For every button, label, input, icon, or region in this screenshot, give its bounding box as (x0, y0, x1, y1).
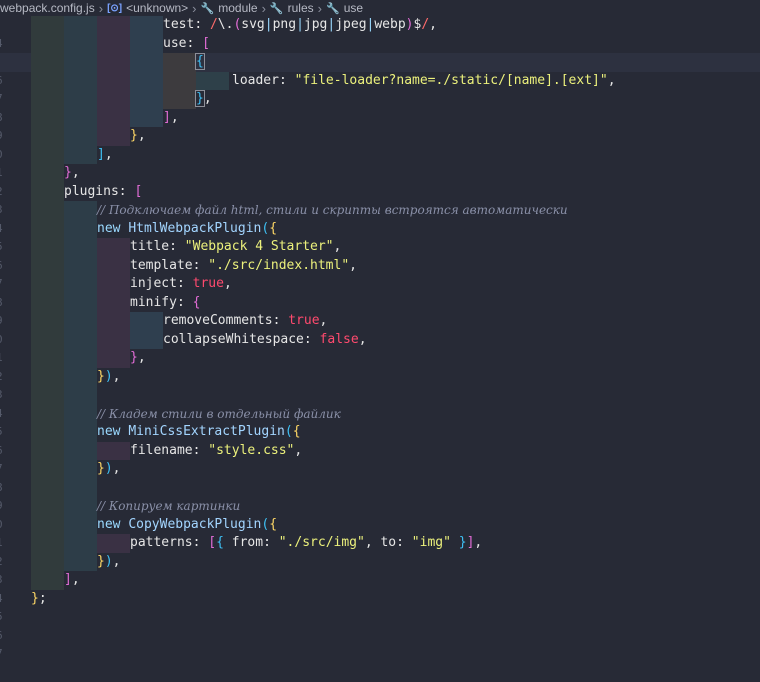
code-line[interactable]: 7 template: "./src/index.html", (0, 256, 760, 290)
chevron-right-icon: › (261, 0, 266, 16)
code-line[interactable]: 8 }, (0, 90, 760, 124)
code-line[interactable]: 3 }), (0, 552, 760, 586)
chevron-right-icon: › (317, 0, 322, 16)
code-line[interactable]: 7 (0, 627, 760, 660)
code-line[interactable]: 6 (0, 608, 760, 642)
breadcrumb: webpack.config.js › [⊙] <unknown> › 🔧 modu… (0, 0, 760, 16)
code-line[interactable]: 3 }), (0, 367, 760, 401)
code-line[interactable]: 4 ], (0, 571, 760, 605)
code-editor[interactable]: 4 test: /\.(svg|png|jpg|jpeg|webp)$/, 5 … (0, 16, 760, 660)
chevron-right-icon: › (98, 0, 104, 16)
code-line[interactable]: 5 use: [ (0, 34, 760, 68)
code-line[interactable]: 0 // Копируем картинки (0, 497, 760, 531)
code-line[interactable]: 2 }, (0, 164, 760, 198)
code-line[interactable]: 2 }, (0, 349, 760, 383)
code-line[interactable]: 6 { (0, 53, 760, 87)
breadcrumb-rules[interactable]: 🔧 rules (270, 1, 314, 15)
code-line[interactable]: 8 inject: true, (0, 275, 760, 309)
code-line[interactable]: 7 filename: "style.css", (0, 441, 760, 475)
code-line[interactable]: 1 collapseWhitespace: false, (0, 330, 760, 364)
code-line[interactable]: 1 new CopyWebpackPlugin({ (0, 515, 760, 549)
code-line[interactable]: 0 }, (0, 127, 760, 161)
code-line[interactable]: 9 (0, 478, 760, 512)
chevron-right-icon: › (192, 0, 197, 16)
code-line[interactable]: 5 }; (0, 590, 760, 624)
wrench-icon: 🔧 (269, 2, 284, 15)
code-line[interactable]: 1 ], (0, 145, 760, 179)
line-number: 7 (0, 645, 6, 664)
code-line[interactable]: 0 removeComments: true, (0, 312, 760, 346)
code-line[interactable]: 5 // Кладем стили в отдельный файлик (0, 404, 760, 438)
code-line[interactable]: 2 patterns: [{ from: "./src/img", to: "i… (0, 534, 760, 568)
wrench-icon: 🔧 (325, 2, 340, 15)
code-line[interactable]: 6 new MiniCssExtractPlugin({ (0, 423, 760, 457)
code-line[interactable]: 3 plugins: [ (0, 182, 760, 216)
code-line[interactable]: 6 title: "Webpack 4 Starter", (0, 238, 760, 272)
breadcrumb-use[interactable]: 🔧 use (326, 1, 363, 15)
code-line[interactable]: 9 ], (0, 108, 760, 142)
code-line[interactable]: 4 (0, 386, 760, 420)
code-line[interactable]: 4 // Подключаем файл html, стили и скрип… (0, 201, 760, 235)
breadcrumb-unknown[interactable]: [⊙] <unknown> (107, 1, 188, 15)
object-icon: [⊙] (107, 2, 123, 14)
code-line[interactable]: 7 loader: "file-loader?name=./static/[na… (0, 71, 760, 105)
code-line[interactable]: 9 minify: { (0, 293, 760, 327)
code-line[interactable]: 4 test: /\.(svg|png|jpg|jpeg|webp)$/, (0, 16, 760, 50)
code-line[interactable]: 5 new HtmlWebpackPlugin({ (0, 219, 760, 253)
breadcrumb-file[interactable]: webpack.config.js (0, 1, 95, 15)
breadcrumb-module[interactable]: 🔧 module (201, 1, 258, 15)
code-line[interactable]: 8 }), (0, 460, 760, 494)
wrench-icon: 🔧 (200, 2, 215, 15)
